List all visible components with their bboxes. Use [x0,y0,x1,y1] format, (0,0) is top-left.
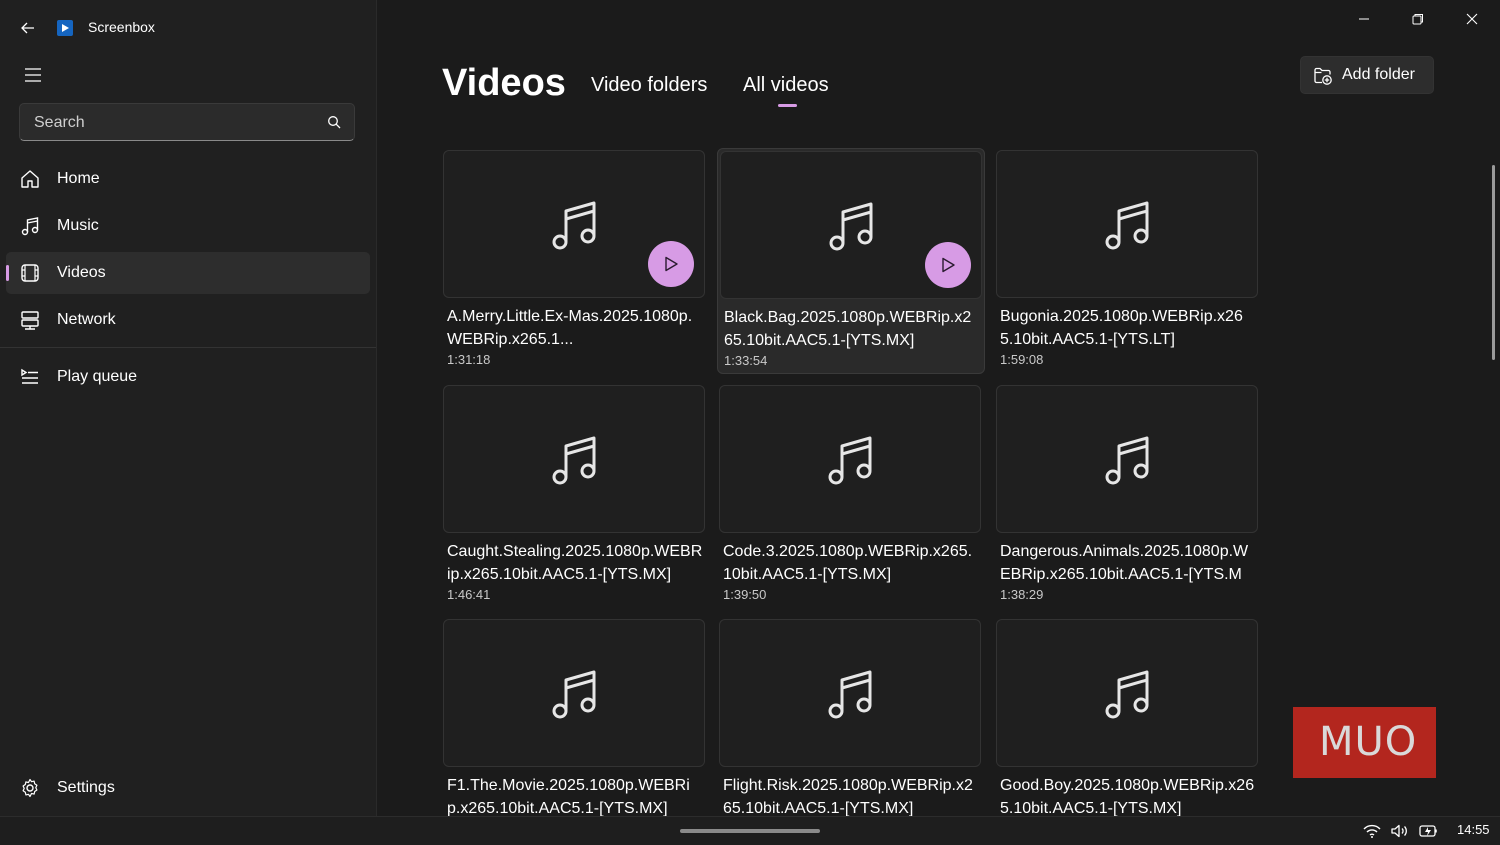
video-title: A.Merry.Little.Ex-Mas.2025.1080p.WEBRip.… [447,308,693,348]
page-title: Videos [442,62,566,104]
gear-icon [22,778,38,798]
sidebar-item-music[interactable]: Music [6,205,370,247]
video-title: Good.Boy.2025.1080p.WEBRip.x265.10bit.AA… [1000,777,1255,816]
restore-button[interactable] [1395,4,1441,34]
add-folder-button[interactable]: Add folder [1300,56,1434,94]
music-note-icon [552,201,596,250]
tab-selected-indicator [778,104,797,107]
video-thumbnail [443,385,705,533]
battery-icon[interactable] [1418,823,1440,839]
sidebar-item-label: Play queue [57,368,138,385]
video-duration: 1:38:29 [1000,587,1044,602]
music-note-icon [552,670,596,719]
close-button[interactable] [1449,4,1495,34]
video-thumbnail [443,619,705,767]
video-title: Dangerous.Animals.2025.1080p.WEBRip.x265… [1000,543,1249,583]
video-thumbnail [443,150,705,298]
music-icon [21,217,39,236]
back-arrow-icon [21,22,34,34]
sidebar-item-videos[interactable]: Videos [6,252,370,294]
wifi-icon[interactable] [1362,823,1382,839]
network-icon [21,311,39,330]
add-folder-label: Add folder [1342,66,1415,83]
taskbar: 14:55 [0,816,1500,845]
back-button[interactable] [14,14,42,42]
play-icon [942,257,955,273]
sidebar-item-label: Videos [57,264,106,281]
watermark-logo: MUO [1293,707,1436,778]
video-card[interactable]: Caught.Stealing.2025.1080p.WEBRip.x265.1… [441,383,709,609]
volume-icon[interactable] [1390,823,1410,839]
play-button[interactable] [648,241,694,287]
video-card[interactable]: Black.Bag.2025.1080p.WEBRip.x265.10bit.A… [717,148,985,374]
video-title: Flight.Risk.2025.1080p.WEBRip.x265.10bit… [723,777,973,816]
app-logo-icon [57,20,73,36]
search-box[interactable] [19,103,355,142]
sidebar-item-label: Network [57,311,116,328]
minimize-icon [1359,18,1369,20]
music-note-icon [552,436,596,485]
music-note-icon [828,670,872,719]
video-title: F1.The.Movie.2025.1080p.WEBRip.x265.10bi… [447,777,690,816]
title-bar: Screenbox [0,0,376,56]
video-card[interactable]: F1.The.Movie.2025.1080p.WEBRip.x265.10bi… [441,617,709,816]
video-title: Code.3.2025.1080p.WEBRip.x265.10bit.AAC5… [723,543,973,583]
sidebar-item-label: Settings [57,779,115,796]
video-duration: 1:33:54 [724,353,768,368]
search-icon[interactable] [327,115,341,129]
video-thumbnail [719,385,981,533]
video-thumbnail [996,385,1258,533]
music-note-icon [829,202,873,251]
video-title: Bugonia.2025.1080p.WEBRip.x265.10bit.AAC… [1000,308,1243,348]
clock: 14:55 [1457,822,1490,837]
add-folder-icon [1314,67,1332,85]
restore-icon [1412,14,1423,25]
menu-button[interactable] [20,63,46,87]
sidebar-item-home[interactable]: Home [6,158,370,200]
sidebar: Screenbox Home Music Videos Network Play… [0,0,377,816]
sidebar-item-settings[interactable]: Settings [6,767,370,809]
home-icon [21,170,39,188]
video-card[interactable]: Good.Boy.2025.1080p.WEBRip.x265.10bit.AA… [994,617,1262,816]
video-thumbnail [996,150,1258,298]
sidebar-divider [0,347,376,348]
video-duration: 1:46:41 [447,587,491,602]
search-input[interactable] [32,104,326,142]
sidebar-item-play-queue[interactable]: Play queue [6,356,370,398]
sidebar-item-label: Music [57,217,99,234]
video-thumbnail [720,151,982,299]
video-card[interactable]: Bugonia.2025.1080p.WEBRip.x265.10bit.AAC… [994,148,1262,374]
play-icon [665,256,678,272]
video-thumbnail [719,619,981,767]
video-card[interactable]: Dangerous.Animals.2025.1080p.WEBRip.x265… [994,383,1262,609]
sidebar-item-network[interactable]: Network [6,299,370,341]
selection-indicator [6,265,9,281]
music-note-icon [828,436,872,485]
video-title: Caught.Stealing.2025.1080p.WEBRip.x265.1… [447,543,703,583]
music-note-icon [1105,436,1149,485]
minimize-button[interactable] [1341,4,1387,34]
video-duration: 1:39:50 [723,587,767,602]
taskbar-handle[interactable] [680,829,820,833]
tab-video-folders[interactable]: Video folders [591,74,707,97]
play-queue-icon [21,368,38,384]
video-icon [21,264,39,282]
video-duration: 1:59:08 [1000,352,1044,367]
play-button[interactable] [925,242,971,288]
video-card[interactable]: A.Merry.Little.Ex-Mas.2025.1080p.WEBRip.… [441,148,709,374]
app-title: Screenbox [88,19,155,35]
video-card[interactable]: Flight.Risk.2025.1080p.WEBRip.x265.10bit… [717,617,985,816]
vertical-scrollbar[interactable] [1492,165,1495,360]
music-note-icon [1105,670,1149,719]
hamburger-icon [25,68,41,82]
sidebar-item-label: Home [57,170,100,187]
video-card[interactable]: Code.3.2025.1080p.WEBRip.x265.10bit.AAC5… [717,383,985,609]
video-duration: 1:31:18 [447,352,491,367]
video-title: Black.Bag.2025.1080p.WEBRip.x265.10bit.A… [724,309,972,349]
video-thumbnail [996,619,1258,767]
watermark-text: MUO [1319,719,1418,765]
music-note-icon [1105,201,1149,250]
tab-all-videos[interactable]: All videos [743,74,829,97]
close-icon [1466,13,1478,25]
